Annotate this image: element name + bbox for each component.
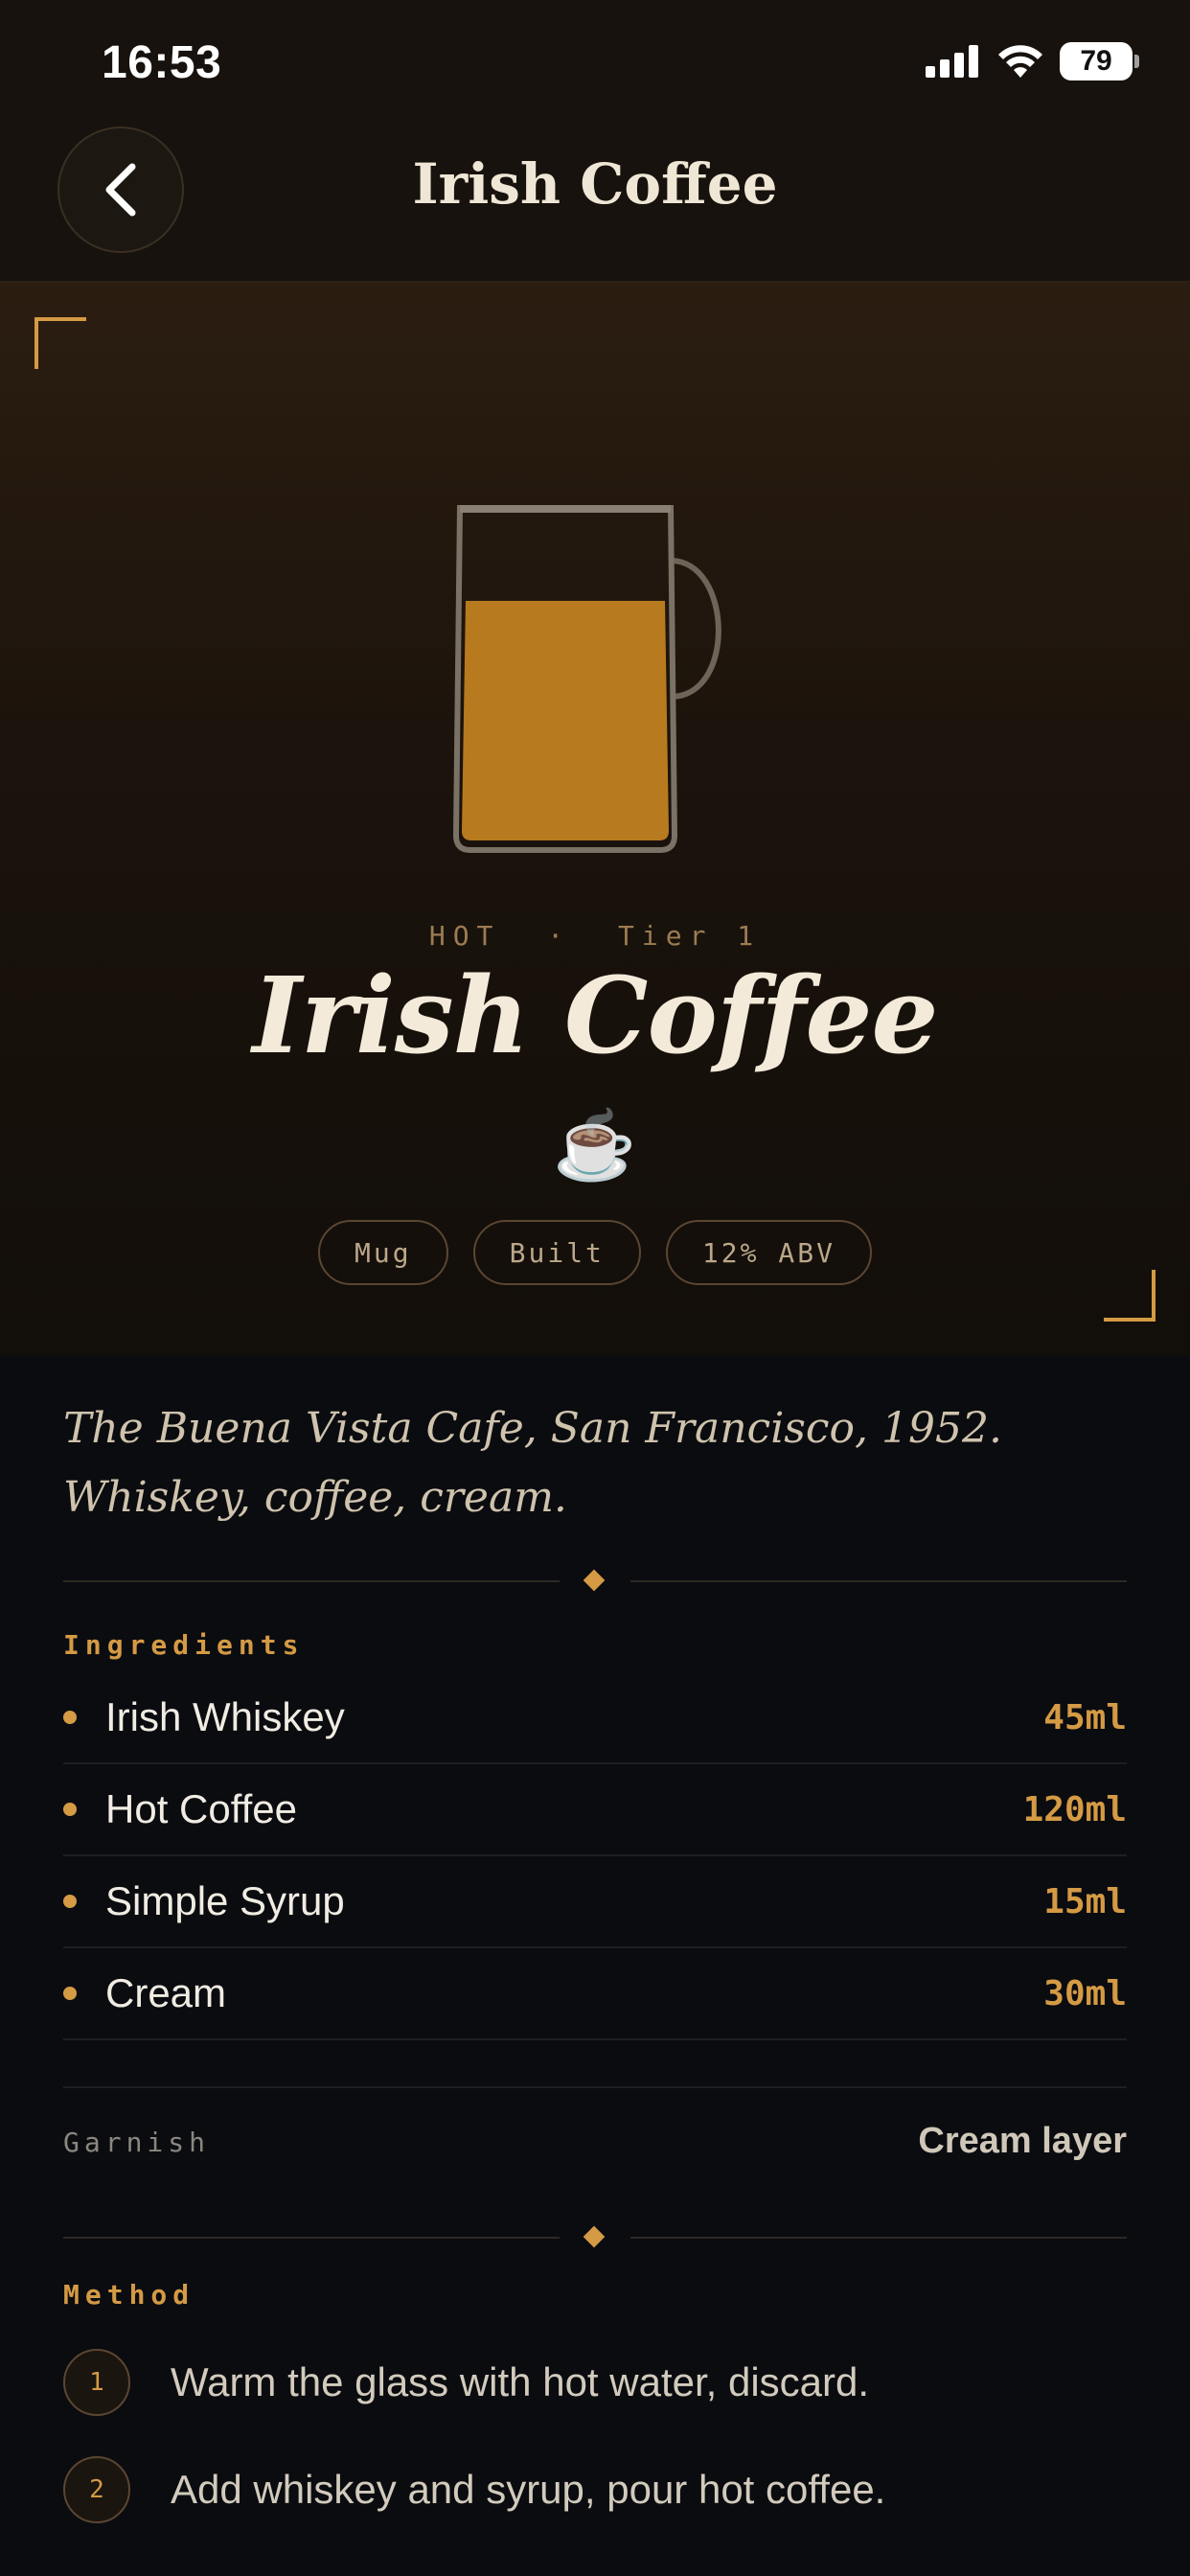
- section-divider: [63, 1567, 1127, 1596]
- ingredient-row: Hot Coffee 120ml: [63, 1764, 1127, 1856]
- pill-glass: Mug: [318, 1220, 448, 1285]
- step-text: Warm the glass with hot water, discard.: [171, 2359, 870, 2404]
- ingredients-heading: Ingredients: [63, 1629, 305, 1661]
- section-divider: [63, 2223, 1127, 2252]
- top-bar: 16:53 79 Irish Coffee: [0, 0, 1190, 283]
- tier-label: Tier 1: [618, 920, 762, 952]
- diamond-icon: [583, 2225, 606, 2248]
- category-label: HOT: [428, 920, 501, 952]
- description: The Buena Vista Cafe, San Francisco, 195…: [63, 1404, 1002, 1522]
- ingredients-list: Irish Whiskey 45ml Hot Coffee 120ml Simp…: [63, 1672, 1127, 2040]
- mug-handle: [670, 558, 721, 700]
- method-steps: 1 Warm the glass with hot water, discard…: [63, 2329, 1127, 2543]
- corner-bracket-top-left: [34, 317, 86, 369]
- ingredient-row: Simple Syrup 15ml: [63, 1856, 1127, 1948]
- mug-illustration: [452, 505, 721, 853]
- status-time: 16:53: [102, 37, 222, 88]
- bullet-icon: [63, 1803, 77, 1816]
- method-step: 2 Add whiskey and syrup, pour hot coffee…: [63, 2436, 1127, 2543]
- bullet-icon: [63, 1987, 77, 2000]
- pill-abv: 12% ABV: [665, 1220, 872, 1285]
- status-icons: 79: [926, 42, 1139, 80]
- ingredient-name: Cream: [105, 1970, 227, 2015]
- garnish-row: Garnish Cream layer: [63, 2086, 1127, 2161]
- step-number: 1: [63, 2349, 130, 2416]
- ingredient-name: Hot Coffee: [105, 1786, 298, 1831]
- tag-pills: Mug Built 12% ABV: [0, 1220, 1190, 1285]
- diamond-icon: [583, 1569, 606, 1592]
- ingredient-amount: 15ml: [1043, 1881, 1127, 1921]
- ingredient-amount: 30ml: [1043, 1973, 1127, 2013]
- hero-title: Irish Coffee: [252, 954, 939, 1077]
- mug-rim: [460, 505, 671, 513]
- coffee-cup-icon: ☕: [553, 1108, 637, 1183]
- meta-separator: ·: [547, 920, 572, 952]
- ingredient-name: Simple Syrup: [105, 1878, 345, 1923]
- battery-indicator: 79: [1060, 42, 1139, 80]
- ingredient-row: Cream 30ml: [63, 1948, 1127, 2040]
- nav-title: Irish Coffee: [412, 151, 778, 217]
- detail-body: The Buena Vista Cafe, San Francisco, 195…: [0, 1356, 1190, 2576]
- hero-section: HOT · Tier 1 Irish Coffee ☕ Mug Built 12…: [0, 283, 1190, 1356]
- wifi-icon: [998, 45, 1042, 78]
- ingredient-row: Irish Whiskey 45ml: [63, 1672, 1127, 1764]
- mug-fill: [462, 601, 669, 840]
- category-tier-line: HOT · Tier 1: [0, 920, 1190, 952]
- method-step: 1 Warm the glass with hot water, discard…: [63, 2329, 1127, 2436]
- battery-level: 79: [1080, 45, 1112, 77]
- step-number: 2: [63, 2456, 130, 2523]
- garnish-value: Cream layer: [918, 2121, 1127, 2161]
- ingredient-name: Irish Whiskey: [105, 1694, 345, 1739]
- bullet-icon: [63, 1895, 77, 1908]
- method-heading: Method: [63, 2279, 195, 2311]
- bullet-icon: [63, 1711, 77, 1724]
- pill-method: Built: [472, 1220, 641, 1285]
- ingredient-amount: 120ml: [1022, 1789, 1127, 1829]
- ingredient-amount: 45ml: [1043, 1697, 1127, 1737]
- garnish-label: Garnish: [63, 2127, 211, 2158]
- step-text: Add whiskey and syrup, pour hot coffee.: [171, 2467, 886, 2512]
- signal-icon: [926, 45, 978, 78]
